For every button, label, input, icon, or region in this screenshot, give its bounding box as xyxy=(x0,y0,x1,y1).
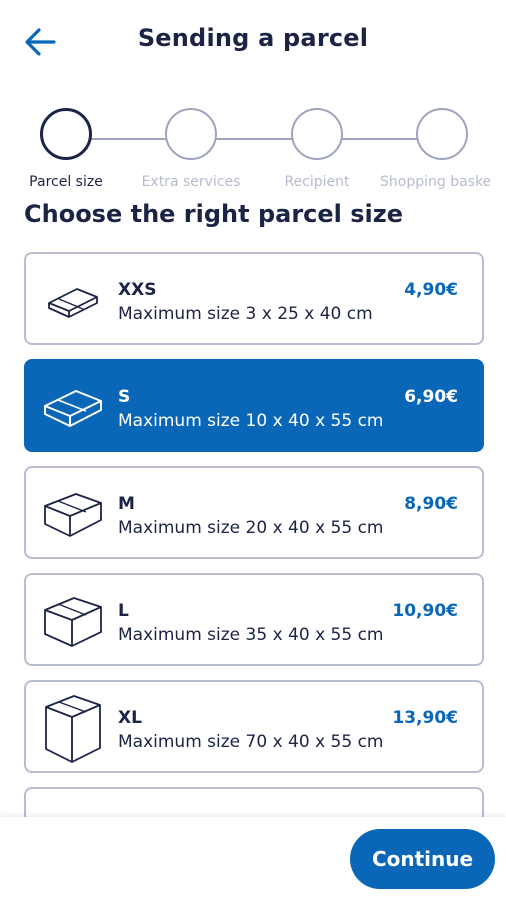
step-extra-services[interactable]: Extra services xyxy=(135,108,247,190)
small-box-icon xyxy=(40,379,106,437)
parcel-dimensions: Maximum size 35 x 40 x 55 cm xyxy=(118,625,384,645)
parcel-option-l[interactable]: L Maximum size 35 x 40 x 55 cm 10,90€ xyxy=(24,573,484,666)
header: Sending a parcel xyxy=(0,0,506,84)
parcel-size-name: XXS xyxy=(118,280,157,300)
parcel-price: 13,90€ xyxy=(392,708,458,728)
parcel-size-name: L xyxy=(118,601,129,621)
step-circle xyxy=(40,108,92,160)
parcel-option-xl[interactable]: XL Maximum size 70 x 40 x 55 cm 13,90€ xyxy=(24,680,484,773)
step-circle xyxy=(165,108,217,160)
step-circle xyxy=(291,108,343,160)
page-title: Sending a parcel xyxy=(137,24,369,52)
parcel-option-m[interactable]: M Maximum size 20 x 40 x 55 cm 8,90€ xyxy=(24,466,484,559)
large-box-icon xyxy=(40,593,106,651)
parcel-dimensions: Maximum size 70 x 40 x 55 cm xyxy=(118,732,384,752)
step-recipient[interactable]: Recipient xyxy=(261,108,373,190)
parcel-size-name: S xyxy=(118,387,131,407)
step-parcel-size[interactable]: Parcel size xyxy=(10,108,122,190)
parcel-price: 8,90€ xyxy=(404,494,458,514)
parcel-dimensions: Maximum size 3 x 25 x 40 cm xyxy=(118,304,373,324)
parcel-option-xxs[interactable]: XXS Maximum size 3 x 25 x 40 cm 4,90€ xyxy=(24,252,484,345)
progress-stepper: Parcel size Extra services Recipient Sho… xyxy=(0,108,506,200)
step-circle xyxy=(416,108,468,160)
parcel-size-list: XXS Maximum size 3 x 25 x 40 cm 4,90€ S … xyxy=(24,252,484,817)
section-title: Choose the right parcel size xyxy=(24,200,403,228)
parcel-price: 10,90€ xyxy=(392,601,458,621)
parcel-dimensions: Maximum size 10 x 40 x 55 cm xyxy=(118,411,384,431)
continue-button[interactable]: Continue xyxy=(350,829,495,889)
parcel-option-s[interactable]: S Maximum size 10 x 40 x 55 cm 6,90€ xyxy=(24,359,484,452)
step-label: Parcel size xyxy=(29,174,103,190)
box-icon xyxy=(40,807,106,817)
flat-package-icon xyxy=(40,272,106,330)
step-label: Extra services xyxy=(141,174,241,190)
footer-bar: Continue xyxy=(0,817,506,900)
xl-box-icon xyxy=(40,692,106,766)
parcel-dimensions: Maximum size 20 x 40 x 55 cm xyxy=(118,518,384,538)
parcel-option-partial[interactable] xyxy=(24,787,484,817)
parcel-size-name: XL xyxy=(118,708,142,728)
parcel-price: 6,90€ xyxy=(404,387,458,407)
step-shopping-basket[interactable]: Shopping basket xyxy=(380,108,490,190)
parcel-price: 4,90€ xyxy=(404,280,458,300)
parcel-size-name: M xyxy=(118,494,135,514)
medium-box-icon xyxy=(40,486,106,544)
step-label: Recipient xyxy=(284,174,350,190)
step-label: Shopping basket xyxy=(380,174,490,190)
